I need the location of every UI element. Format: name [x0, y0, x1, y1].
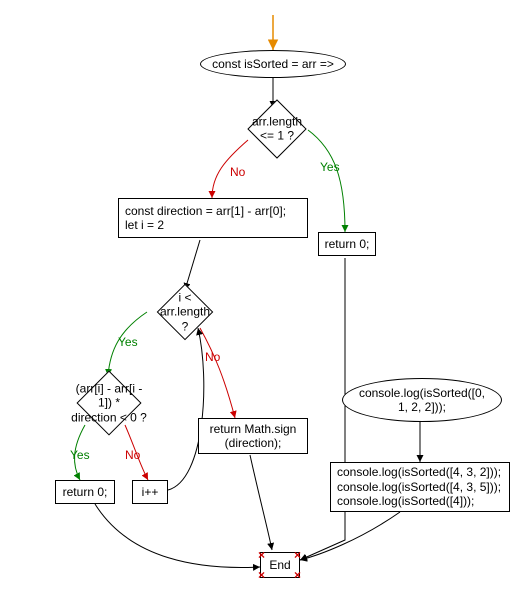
edge-inc-back — [168, 328, 204, 490]
assign-direction-text: const direction = arr[1] - arr[0]; let i… — [125, 204, 286, 233]
edge-cond1-yes — [308, 130, 345, 232]
cond-direction-line2: direction < 0 ? — [71, 410, 147, 424]
edge-assign-loop — [185, 240, 200, 290]
edge-loop-no — [200, 328, 235, 418]
node-cond-length: arr.length <= 1 ? — [247, 99, 306, 158]
edge-callblock-end — [300, 512, 400, 560]
label-cond1-yes: Yes — [320, 160, 340, 174]
node-cond-loop: i < arr.length ? — [157, 284, 214, 341]
flowchart-canvas: const isSorted = arr => arr.length <= 1 … — [0, 0, 517, 598]
node-call-first: console.log(isSorted([0, 1, 2, 2])); — [342, 378, 502, 422]
node-return-zero: return 0; — [55, 480, 115, 504]
edge-ret0-end — [95, 504, 260, 567]
return-zero-top-text: return 0; — [325, 237, 370, 251]
cond-length-text: arr.length <= 1 ? — [249, 115, 305, 144]
node-assign-direction: const direction = arr[1] - arr[0]; let i… — [118, 198, 308, 238]
node-call-block: console.log(isSorted([4, 3, 2])); consol… — [330, 462, 510, 512]
node-cond-direction: (arr[i] - arr[i - 1]) * direction < 0 ? — [76, 370, 141, 435]
cond-loop-text: i < arr.length ? — [158, 290, 211, 333]
node-inc-i: i++ — [132, 480, 168, 504]
node-end: End — [260, 552, 300, 578]
node-start-def: const isSorted = arr => — [200, 50, 346, 78]
edge-ret0top-end — [300, 258, 345, 560]
start-def-text: const isSorted = arr => — [212, 57, 334, 71]
node-return-zero-top: return 0; — [318, 232, 376, 256]
end-text: End — [269, 558, 290, 572]
call-first-text: console.log(isSorted([0, 1, 2, 2])); — [359, 386, 485, 415]
node-return-sign: return Math.sign (direction); — [198, 418, 308, 454]
cond-direction-line1: (arr[i] - arr[i - 1]) * — [76, 381, 143, 409]
inc-i-text: i++ — [142, 485, 159, 499]
label-loop-no: No — [205, 350, 220, 364]
label-loop-yes: Yes — [118, 335, 138, 349]
return-zero-text: return 0; — [63, 485, 108, 499]
label-dir-no: No — [125, 448, 140, 462]
label-cond1-no: No — [230, 165, 245, 179]
return-sign-text: return Math.sign (direction); — [210, 422, 297, 451]
label-dir-yes: Yes — [70, 448, 90, 462]
edge-retsign-end — [250, 455, 272, 550]
call-block-text: console.log(isSorted([4, 3, 2])); consol… — [337, 465, 501, 508]
cond-direction-text: (arr[i] - arr[i - 1]) * direction < 0 ? — [69, 381, 148, 424]
